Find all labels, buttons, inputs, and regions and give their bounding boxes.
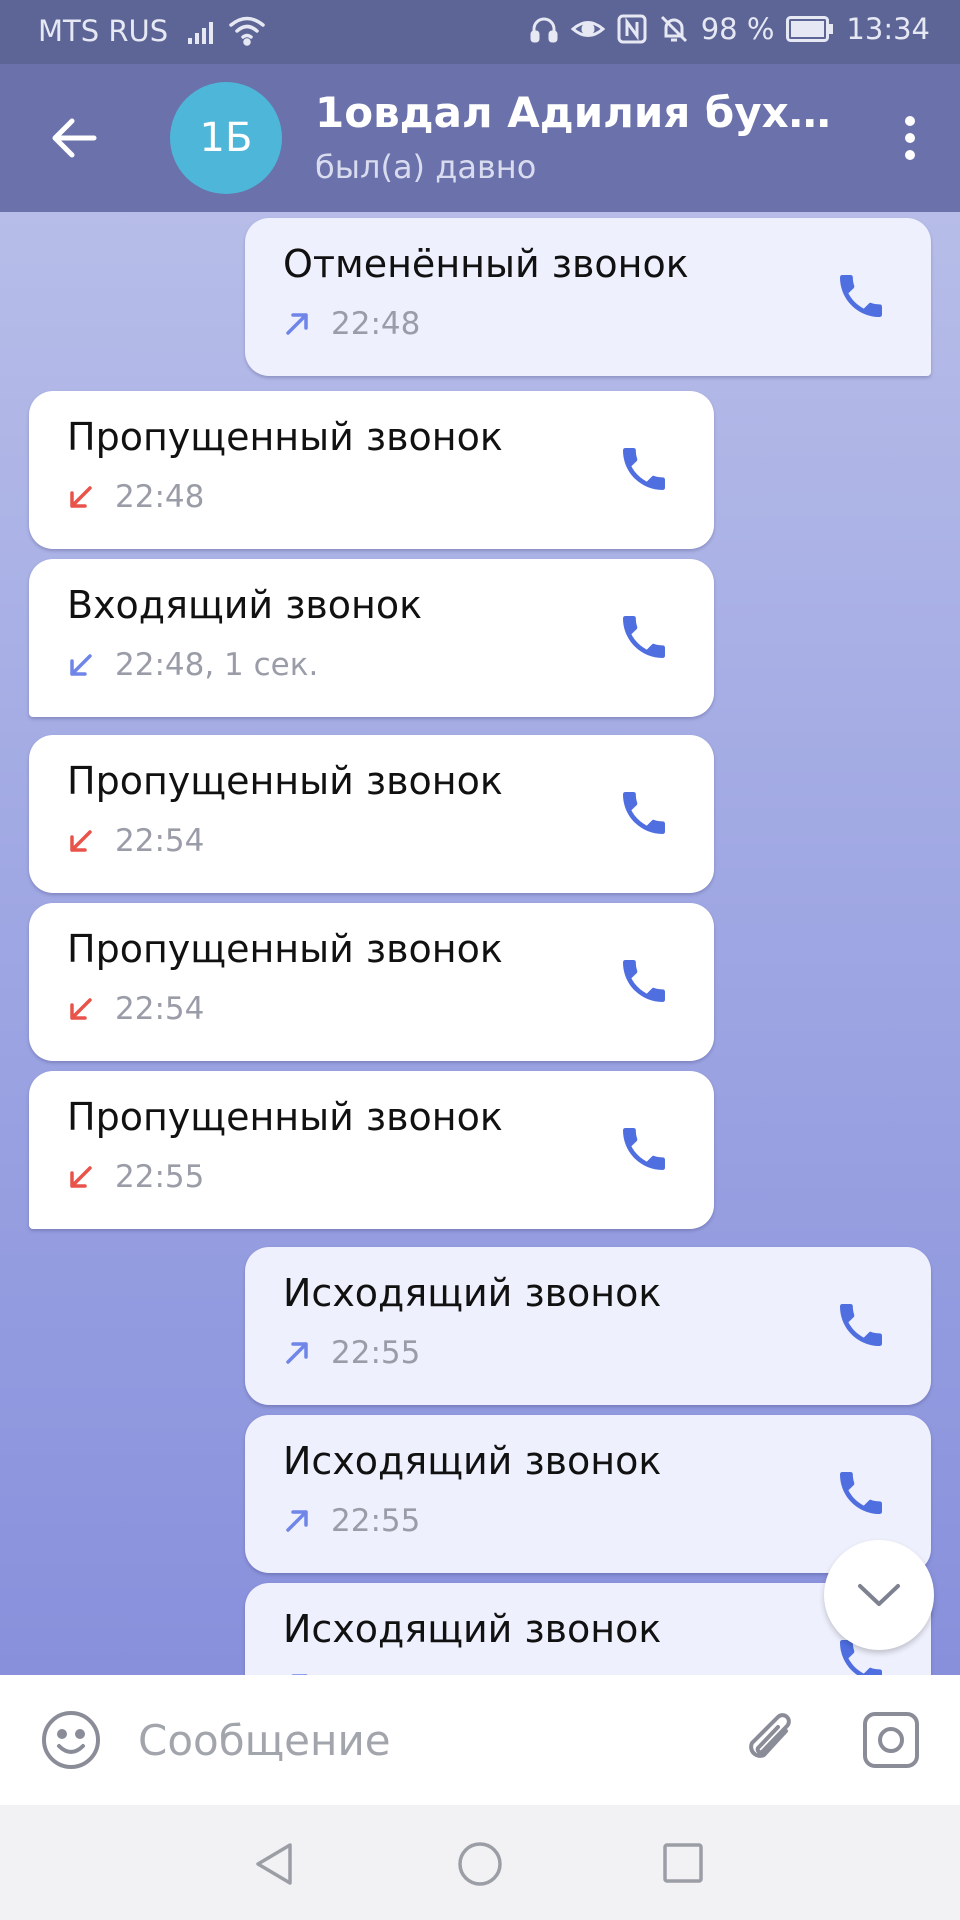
nav-home-button[interactable] bbox=[457, 1841, 503, 1887]
call-time: 22:55 bbox=[331, 1503, 421, 1539]
nfc-icon bbox=[617, 14, 647, 44]
outgoing-call-message[interactable]: Исходящий звонок 22:55 bbox=[245, 1415, 931, 1573]
missed-arrow-icon bbox=[67, 995, 95, 1023]
call-meta: 22:55 bbox=[283, 1335, 420, 1371]
emoji-button[interactable] bbox=[40, 1709, 102, 1771]
incoming-call-message[interactable]: Пропущенный звонок 22:54 bbox=[29, 735, 714, 893]
smiley-icon bbox=[42, 1711, 100, 1769]
incoming-call-message[interactable]: Пропущенный звонок 22:54 bbox=[29, 903, 714, 1061]
call-meta: 22:55 bbox=[283, 1503, 420, 1539]
outgoing-arrow-icon bbox=[283, 310, 311, 338]
instant-camera-button[interactable] bbox=[860, 1709, 922, 1771]
call-time: 22:48 bbox=[115, 479, 205, 515]
call-back-phone-icon[interactable] bbox=[616, 1121, 672, 1177]
message-list[interactable]: Отменённый звонок 22:48 Пропущенный звонок… bbox=[0, 212, 960, 1675]
call-back-phone-icon[interactable] bbox=[833, 1297, 889, 1353]
call-meta: 22:54 bbox=[67, 991, 204, 1027]
call-time: 22:55 bbox=[115, 1159, 205, 1195]
outgoing-arrow-icon bbox=[283, 1339, 311, 1367]
scroll-to-bottom-button[interactable] bbox=[824, 1540, 934, 1650]
avatar[interactable]: 1Б bbox=[170, 82, 282, 194]
more-options-button[interactable] bbox=[890, 110, 930, 166]
battery-percent: 98 % bbox=[700, 12, 775, 46]
call-back-phone-icon[interactable] bbox=[616, 609, 672, 665]
compose-bar bbox=[0, 1675, 960, 1805]
arrow-left-icon bbox=[52, 118, 97, 158]
status-bar: MTS RUS 98 % 13:34 bbox=[0, 0, 960, 64]
call-back-phone-icon[interactable] bbox=[616, 953, 672, 1009]
incoming-arrow-icon bbox=[67, 651, 95, 679]
missed-arrow-icon bbox=[67, 483, 95, 511]
battery-icon bbox=[786, 16, 834, 42]
status-icons: 98 % 13:34 bbox=[529, 12, 930, 46]
call-meta: 22:54 bbox=[67, 823, 204, 859]
call-time: 22:48, 1 сек. bbox=[115, 647, 319, 683]
back-button[interactable] bbox=[44, 108, 104, 168]
call-type-label: Пропущенный звонок bbox=[67, 759, 503, 803]
wifi-icon bbox=[228, 14, 266, 50]
call-meta: 22:48, 1 сек. bbox=[67, 647, 318, 683]
triangle-back-icon bbox=[256, 1843, 292, 1885]
circle-home-icon bbox=[458, 1842, 502, 1886]
system-nav-bar bbox=[0, 1805, 960, 1920]
camera-icon bbox=[863, 1712, 919, 1768]
square-recents-icon bbox=[663, 1843, 703, 1883]
outgoing-call-message[interactable]: Исходящий звонок 22:55 bbox=[245, 1247, 931, 1405]
nav-recents-button[interactable] bbox=[662, 1842, 704, 1884]
incoming-call-message[interactable]: Пропущенный звонок 22:55 bbox=[29, 1071, 714, 1229]
call-meta: 22:48 bbox=[67, 479, 204, 515]
headphones-icon bbox=[529, 14, 559, 44]
chat-header: 1Б 1овдал Адилия буха... был(а) давно bbox=[0, 64, 960, 212]
call-meta: 22:55 bbox=[67, 1159, 204, 1195]
incoming-call-message[interactable]: Входящий звонок 22:48, 1 сек. bbox=[29, 559, 714, 717]
missed-arrow-icon bbox=[67, 827, 95, 855]
bell-off-icon bbox=[659, 14, 689, 44]
eye-icon bbox=[570, 14, 605, 44]
call-type-label: Входящий звонок bbox=[67, 583, 423, 627]
more-vertical-icon bbox=[905, 116, 915, 126]
chevron-down-icon bbox=[858, 1584, 900, 1606]
attach-button[interactable] bbox=[740, 1709, 802, 1771]
call-time: 22:54 bbox=[115, 823, 205, 859]
paperclip-icon bbox=[749, 1713, 791, 1758]
call-time: 22:54 bbox=[115, 991, 205, 1027]
call-type-label: Отменённый звонок bbox=[283, 242, 689, 286]
last-seen-status: был(а) давно bbox=[315, 148, 537, 186]
carrier-label: MTS RUS bbox=[38, 14, 169, 48]
signal-icon bbox=[188, 18, 218, 48]
message-input[interactable] bbox=[138, 1705, 718, 1775]
missed-arrow-icon bbox=[67, 1163, 95, 1191]
outgoing-call-message[interactable]: Отменённый звонок 22:48 bbox=[245, 218, 931, 376]
outgoing-arrow-icon bbox=[283, 1507, 311, 1535]
chat-title[interactable]: 1овдал Адилия буха... bbox=[315, 88, 835, 137]
call-back-phone-icon[interactable] bbox=[616, 441, 672, 497]
call-back-phone-icon[interactable] bbox=[616, 785, 672, 841]
call-type-label: Исходящий звонок bbox=[283, 1607, 662, 1651]
nav-back-button[interactable] bbox=[252, 1841, 296, 1887]
call-time: 22:48 bbox=[331, 306, 421, 342]
clock: 13:34 bbox=[846, 12, 930, 46]
call-meta: 22:48 bbox=[283, 306, 420, 342]
call-type-label: Пропущенный звонок bbox=[67, 415, 503, 459]
call-back-phone-icon[interactable] bbox=[833, 268, 889, 324]
call-type-label: Исходящий звонок bbox=[283, 1439, 662, 1483]
incoming-call-message[interactable]: Пропущенный звонок 22:48 bbox=[29, 391, 714, 549]
call-back-phone-icon[interactable] bbox=[833, 1465, 889, 1521]
call-type-label: Пропущенный звонок bbox=[67, 927, 503, 971]
call-time: 22:55 bbox=[331, 1335, 421, 1371]
call-type-label: Пропущенный звонок bbox=[67, 1095, 503, 1139]
call-type-label: Исходящий звонок bbox=[283, 1271, 662, 1315]
